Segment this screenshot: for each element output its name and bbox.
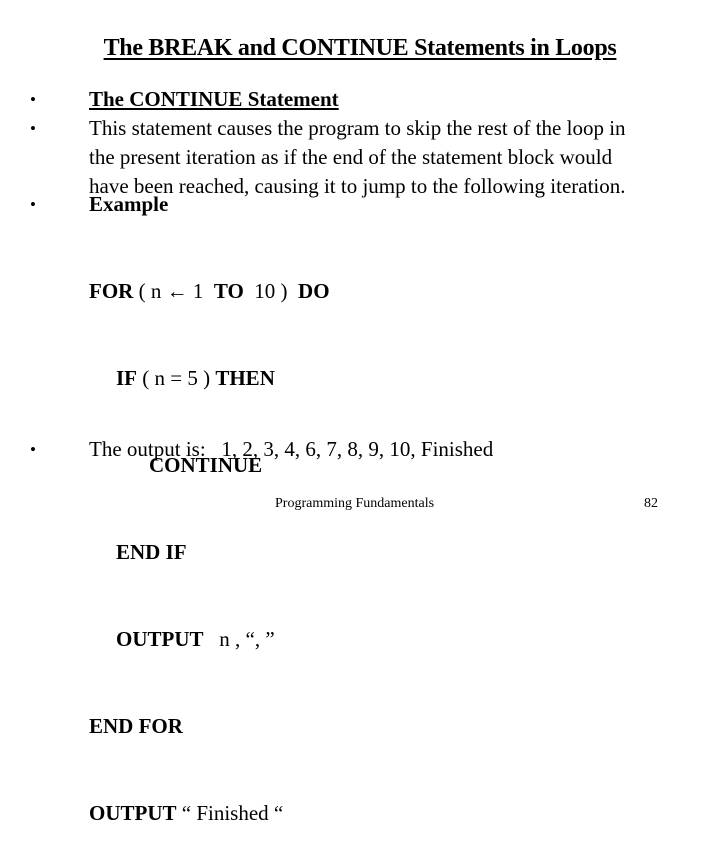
bullet-dot-icon: • bbox=[30, 90, 36, 109]
code-text: “ Finished “ bbox=[176, 801, 284, 825]
code-text: n , “, ” bbox=[203, 627, 275, 651]
bullet-dot-icon: • bbox=[30, 119, 36, 138]
bullet-text: The CONTINUE Statement bbox=[89, 87, 339, 111]
code-line-endfor: END FOR bbox=[89, 712, 330, 741]
keyword-then: THEN bbox=[215, 366, 275, 390]
description-line-3: have been reached, causing it to jump to… bbox=[89, 174, 626, 198]
description-line-2: the present iteration as if the end of t… bbox=[89, 145, 613, 169]
keyword-to: TO bbox=[213, 279, 244, 303]
keyword-do: DO bbox=[298, 279, 330, 303]
code-line-if: IF ( n = 5 ) THEN bbox=[89, 364, 330, 393]
code-text: ( n = 5 ) bbox=[137, 366, 216, 390]
code-text: ( n bbox=[133, 279, 167, 303]
keyword-end-for: END FOR bbox=[89, 714, 183, 738]
footer-course-name: Programming Fundamentals bbox=[275, 496, 435, 511]
code-line-output-finished: OUTPUT “ Finished “ bbox=[89, 799, 330, 828]
keyword-output: OUTPUT bbox=[89, 801, 177, 825]
bullet-text: The output is: 1, 2, 3, 4, 6, 7, 8, 9, 1… bbox=[89, 437, 494, 461]
keyword-output: OUTPUT bbox=[116, 627, 204, 651]
code-text: 10 ) bbox=[243, 279, 299, 303]
code-line-for: FOR ( n ← 1 TO 10 ) DO bbox=[89, 277, 330, 306]
keyword-if: IF bbox=[116, 366, 137, 390]
bullet-dot-icon: • bbox=[30, 440, 36, 459]
footer-page-number: 82 bbox=[644, 496, 658, 511]
description-line-1: This statement causes the program to ski… bbox=[89, 116, 626, 140]
keyword-for: FOR bbox=[89, 279, 134, 303]
keyword-end-if: END IF bbox=[116, 540, 187, 564]
bullet-dot-icon: • bbox=[30, 195, 36, 214]
bullet-text: Example bbox=[89, 192, 169, 216]
code-line-output: OUTPUT n , “, ” bbox=[89, 625, 330, 654]
code-line-endif: END IF bbox=[89, 538, 330, 567]
code-text: 1 bbox=[187, 279, 214, 303]
pseudocode-block: FOR ( n ← 1 TO 10 ) DO IF ( n = 5 ) THEN… bbox=[89, 219, 330, 857]
left-arrow-icon: ← bbox=[166, 279, 188, 303]
slide-title: The BREAK and CONTINUE Statements in Loo… bbox=[103, 35, 617, 61]
